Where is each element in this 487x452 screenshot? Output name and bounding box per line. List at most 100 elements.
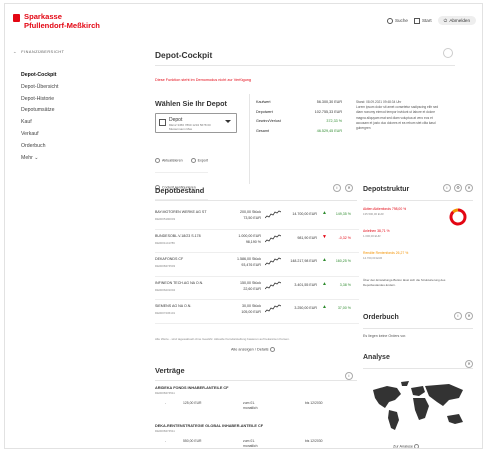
allocation-donut: [449, 208, 467, 226]
sparkasse-s-icon: [13, 14, 20, 22]
summary-row: Gewinn/Verlust 372,33 %: [256, 119, 342, 123]
table-row[interactable]: BUNDESOBL.V.18/23 S.178 DE0001141786 1.000…: [155, 230, 359, 253]
sidebar-item-mehr[interactable]: Mehr ⌄: [21, 153, 58, 165]
holding-change: -0,32 %: [338, 235, 351, 240]
brand-line-2: Pfullendorf-Meßkirch: [24, 20, 100, 30]
sparkline-chart-icon: [265, 281, 281, 289]
holding-name: DEKAFONDS CF: [155, 257, 184, 261]
allocation-item: Aktien Aktienfonds 798,00 % 135.500,00 E…: [363, 207, 407, 216]
holding-isin: DE0006231004: [155, 287, 176, 292]
contract-item[interactable]: ARIDEKA FONDS INHABER-ANTEILE CF DE00084…: [155, 386, 359, 413]
sidebar-item-orderbuch[interactable]: Orderbuch: [21, 141, 58, 153]
page: Sparkasse Pfullendorf-Meßkirch Suche Sta…: [4, 3, 483, 449]
close-icon[interactable]: ✕: [345, 184, 353, 192]
holding-value: 3.250,00 EUR: [294, 306, 317, 310]
table-row[interactable]: DEKAFONDS CF DE0008474503 1.586,00 Stück 93…: [155, 253, 359, 277]
table-row[interactable]: BAY.MOTOREN WERKE AG ST DE0005190003 200,0…: [155, 206, 359, 230]
table-row[interactable]: SIEMENS AG NA O.N. DE0007236101 30,00 Stüc…: [155, 300, 359, 324]
settings-icon[interactable]: [443, 48, 453, 58]
summary-row: Kaufwert 56.300,30 EUR: [256, 100, 342, 104]
holding-isin: DE0005190003: [155, 217, 176, 221]
holding-isin: DE0008474503: [155, 264, 176, 268]
trend-up-icon: ▲: [322, 210, 327, 216]
orderbuch-empty: Es liegen keine Orders vor.: [363, 334, 407, 338]
divider: [249, 94, 250, 184]
depot-summary: Kaufwert 56.300,30 EUR Depotwert 102.755,3…: [256, 100, 342, 138]
holding-value: 148.217,98 EUR: [290, 259, 317, 263]
sidebar-item-depotumsaetze[interactable]: Depotumsätze: [21, 105, 58, 117]
holding-quantity: 200,00 Stück: [240, 210, 261, 214]
section-title: Orderbuch: [363, 314, 399, 321]
sidebar-item-depot-historie[interactable]: Depot-Historie: [21, 94, 58, 106]
home-label: Start: [421, 18, 432, 23]
logout-button[interactable]: ⏻ Abmelden: [437, 16, 476, 25]
refresh-button[interactable]: Aktualisieren: [155, 157, 183, 163]
show-all-link[interactable]: Alle anzeigen / Details: [231, 347, 277, 352]
note-text: Lorem ipsum dolor sit amet consetetur sa…: [356, 105, 439, 131]
close-icon[interactable]: ✕: [465, 184, 473, 192]
sidebar-item-verkauf[interactable]: Verkauf: [21, 129, 58, 141]
sidebar: ← FINANZÜBERSICHT Depot-Cockpit Depot-Üb…: [5, 48, 129, 448]
holding-isin: DE0007236101: [155, 311, 176, 315]
footnote: Alle Werte - sind tagesaktuell ohne Gewä…: [155, 337, 290, 341]
contract-item[interactable]: DEKA-RENTENSTRATEGIE GLOBAL INHABER-ANTE…: [155, 424, 359, 448]
refresh-icon: [155, 157, 160, 163]
export-label: Export: [197, 158, 208, 163]
depot-select[interactable]: Depot DE12 3456 7890 1234 5678 00 Muster…: [155, 113, 237, 133]
page-title: Depot-Cockpit: [155, 50, 213, 60]
gear-icon[interactable]: ⚙: [454, 184, 462, 192]
table-row[interactable]: INFINEON TECH.AG NA O.N. DE0006231004 150,…: [155, 277, 359, 300]
summary-row: Depotwert 102.755,33 EUR: [256, 109, 342, 114]
zur-analyse-link[interactable]: Zur Analyse: [393, 444, 421, 448]
sidebar-item-depot-uebersicht[interactable]: Depot-Übersicht: [21, 82, 58, 94]
close-icon[interactable]: ✕: [465, 360, 473, 368]
holding-change: 160,25 %: [335, 259, 351, 263]
sparkline-chart-icon: [265, 257, 281, 266]
holding-quantity: 150,00 Stück: [240, 280, 261, 285]
holding-price: 105,00 EUR: [241, 310, 261, 314]
holding-value: 3.401,55 EUR: [294, 282, 317, 287]
depot-select-sub: DE12 3456 7890 1234 5678 00 Mustermann M…: [169, 123, 211, 131]
holding-value: 14.700,00 EUR: [292, 212, 317, 216]
world-map-icon: [373, 381, 463, 430]
holding-change: 149,35 %: [335, 212, 351, 216]
export-icon: [190, 157, 196, 163]
back-link[interactable]: ← FINANZÜBERSICHT: [13, 50, 64, 54]
sidebar-item-kauf[interactable]: Kauf: [21, 117, 58, 129]
trend-up-icon: ▲: [322, 280, 327, 287]
allocation-item: Rendite Rentenfonds 26,27 % 14.700,00 EU…: [363, 251, 409, 260]
search-button[interactable]: Suche: [386, 17, 408, 24]
sidebar-item-depot-cockpit[interactable]: Depot-Cockpit: [21, 70, 58, 82]
donut-segment: [452, 208, 459, 214]
info-icon[interactable]: i: [345, 372, 353, 380]
home-button[interactable]: Start: [413, 17, 432, 24]
holding-change: 3,38 %: [339, 282, 351, 287]
divider: [363, 368, 473, 369]
search-icon: [386, 17, 393, 24]
info-icon[interactable]: i: [443, 184, 451, 192]
info-icon[interactable]: i: [454, 312, 462, 320]
holding-name: INFINEON TECH.AG NA O.N.: [155, 280, 204, 285]
section-title: Verträge: [155, 366, 185, 375]
allocation-item: Anleihen 38,71 % 1.000,00 EUR: [363, 229, 390, 238]
info-icon[interactable]: i: [333, 184, 341, 192]
depot-icon: [159, 119, 166, 126]
export-button[interactable]: Export: [190, 157, 208, 163]
arrow-right-icon: [269, 347, 275, 352]
struktur-note: Über den Einstellungs-Button lässt sich …: [363, 278, 446, 287]
holding-change: 37,00 %: [337, 306, 351, 310]
section-title: Depotbestand: [155, 186, 205, 195]
vertraege-section: Verträge i ARIDEKA FONDS INHABER-ANTEILE…: [141, 366, 361, 448]
divider: [155, 65, 455, 66]
arrow-right-icon: [414, 444, 420, 448]
sparkasse-logo[interactable]: Sparkasse Pfullendorf-Meßkirch: [13, 12, 100, 30]
back-label: FINANZÜBERSICHT: [21, 50, 65, 54]
holding-name: SIEMENS AG NA O.N.: [155, 304, 192, 308]
logout-label: Abmelden: [449, 18, 470, 23]
holding-quantity: 1.586,00 Stück: [237, 257, 261, 261]
divider: [363, 328, 473, 329]
holding-value: 981,90 EUR: [297, 235, 317, 240]
header-actions: Suche Start ⏻ Abmelden: [386, 16, 476, 25]
close-icon[interactable]: ✕: [465, 312, 473, 320]
sparkline-chart-icon: [265, 304, 281, 313]
